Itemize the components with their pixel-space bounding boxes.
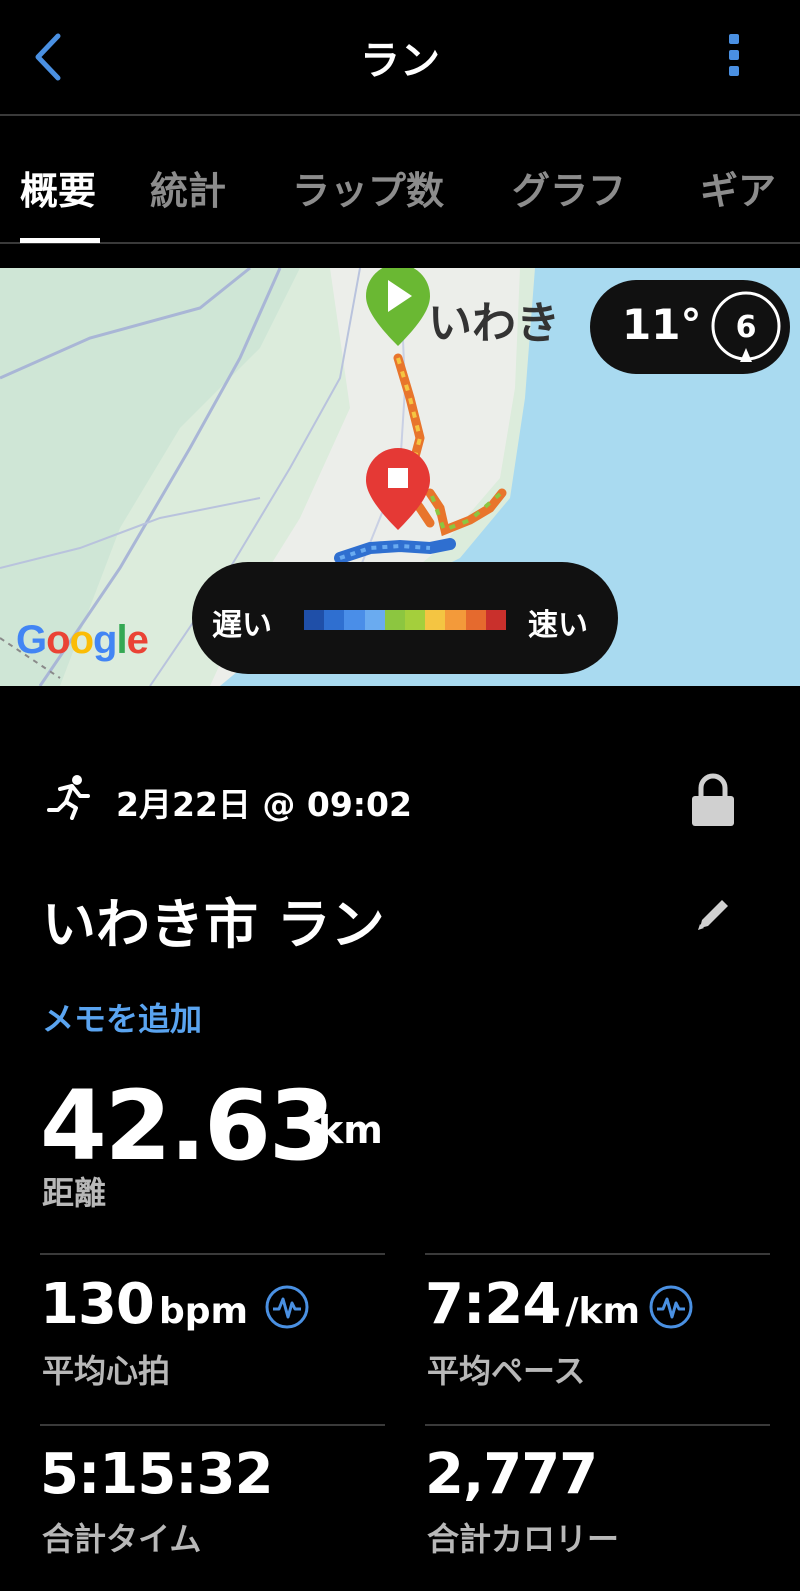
stat-unit: bpm xyxy=(159,1291,249,1332)
tab-graphs[interactable]: グラフ xyxy=(512,160,626,215)
stat-label: 合計タイム xyxy=(42,1520,202,1558)
google-attribution: Google xyxy=(16,618,149,662)
tab-stats[interactable]: 統計 xyxy=(150,160,226,215)
divider xyxy=(425,1253,770,1255)
stat-value: 2,777 xyxy=(425,1442,598,1507)
running-icon xyxy=(47,775,90,820)
distance-value: 42.63 xyxy=(40,1070,336,1182)
legend-slow-label: 遅い xyxy=(212,608,272,643)
heart-rate-icon[interactable] xyxy=(264,1284,310,1330)
avg-heart-rate-stat: 130 bpm xyxy=(40,1272,248,1337)
stat-label: 平均心拍 xyxy=(42,1352,171,1390)
activity-datetime: 2月22日 @ 09:02 xyxy=(116,785,412,824)
map-place-label: いわき xyxy=(428,298,560,349)
stat-unit: /km xyxy=(565,1291,640,1332)
lock-icon[interactable] xyxy=(690,772,736,828)
legend-fast-label: 速い xyxy=(528,608,588,643)
pencil-edit-icon[interactable] xyxy=(694,894,734,934)
pace-color-swatch xyxy=(465,610,486,630)
avg-pace-stat: 7:24 /km xyxy=(425,1272,640,1337)
activity-title: いわき市 ラン xyxy=(42,893,385,956)
wind-compass-icon: 6 xyxy=(711,291,781,362)
divider xyxy=(40,1253,385,1255)
pace-color-scale xyxy=(304,610,507,630)
pace-color-swatch xyxy=(364,610,385,630)
divider xyxy=(425,1424,770,1426)
divider xyxy=(40,1424,385,1426)
add-memo-link[interactable]: メモを追加 xyxy=(42,994,202,1040)
pace-color-swatch xyxy=(344,610,365,630)
pace-color-swatch xyxy=(304,610,325,630)
stat-value: 5:15:32 xyxy=(40,1442,274,1507)
header-bar: ラン xyxy=(0,0,800,116)
stat-label: 平均ペース xyxy=(427,1352,586,1390)
pace-color-swatch xyxy=(485,610,507,630)
heart-rate-icon[interactable] xyxy=(648,1284,694,1330)
distance-label: 距離 xyxy=(42,1174,107,1212)
pace-color-swatch xyxy=(324,610,345,630)
pace-color-swatch xyxy=(384,610,406,630)
total-time-stat: 5:15:32 xyxy=(40,1442,274,1507)
stat-value: 130 xyxy=(40,1272,155,1337)
tab-gear[interactable]: ギア xyxy=(700,160,776,215)
svg-text:6: 6 xyxy=(736,310,757,345)
active-tab-indicator xyxy=(20,238,100,243)
stat-value: 7:24 xyxy=(425,1272,561,1337)
tab-bar: 概要 統計 ラップ数 グラフ ギア xyxy=(0,118,800,244)
temperature-text: 11° xyxy=(622,300,702,349)
more-options-icon[interactable] xyxy=(722,34,746,86)
distance-unit: km xyxy=(318,1108,383,1152)
stat-label: 合計カロリー xyxy=(427,1520,620,1558)
tab-laps[interactable]: ラップ数 xyxy=(292,160,444,215)
total-calories-stat: 2,777 xyxy=(425,1442,598,1507)
pace-color-swatch xyxy=(425,610,446,630)
tab-overview[interactable]: 概要 xyxy=(20,160,96,215)
pace-color-swatch xyxy=(445,610,466,630)
pace-color-swatch xyxy=(405,610,426,630)
page-title: ラン xyxy=(360,38,440,84)
